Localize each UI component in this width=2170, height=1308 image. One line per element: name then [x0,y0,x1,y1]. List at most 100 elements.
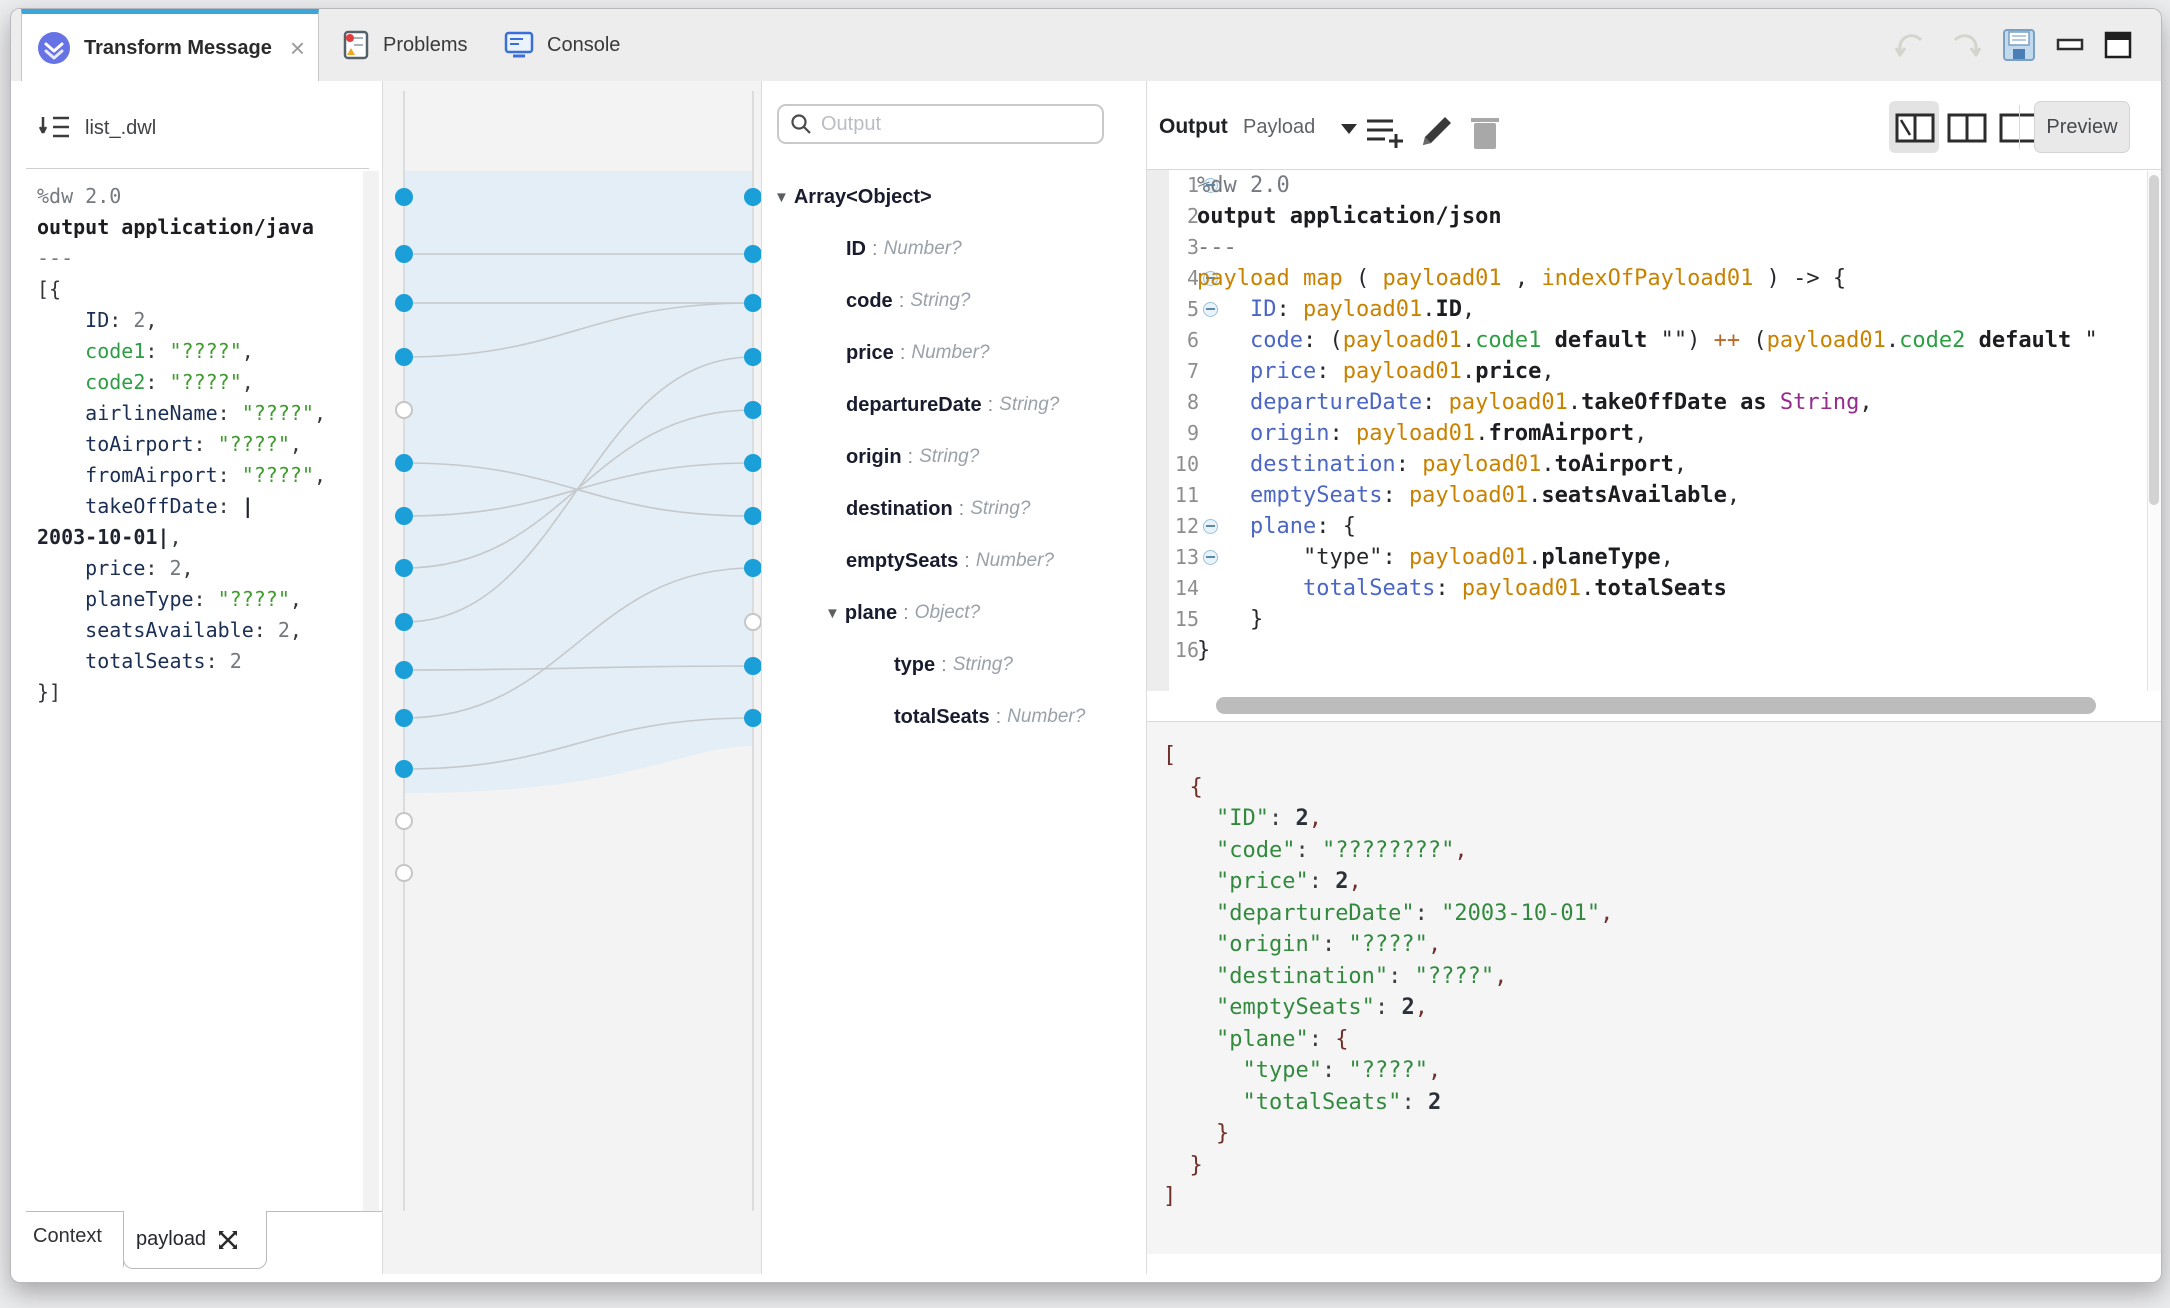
input-port-dot[interactable] [395,348,413,366]
colon: : [988,394,994,417]
edit-pencil-icon[interactable] [1415,111,1457,153]
field-name: type [894,654,935,677]
colon: : [900,342,906,365]
tree-row-totalseats[interactable]: totalSeats:Number? [894,702,1085,732]
panel-divider[interactable] [761,81,762,1274]
field-name: price [846,342,894,365]
editor-vertical-scrollbar-thumb[interactable] [2149,175,2159,505]
input-port-dot-unmapped[interactable] [396,813,412,829]
tab-label: Problems [383,34,467,57]
search-placeholder: Output [821,113,881,136]
close-icon[interactable]: × [290,35,305,61]
view-two-pane-icon[interactable] [1947,113,1987,143]
delete-trash-icon[interactable] [1467,113,1503,153]
tree-row-plane[interactable]: ▼plane:Object? [825,598,980,628]
tree-row-code[interactable]: code:String? [846,286,970,316]
divider [26,168,369,169]
tree-row-id[interactable]: ID:Number? [846,234,962,264]
line-number: 15 [1169,604,1199,635]
tree-row-departuredate[interactable]: departureDate:String? [846,390,1059,420]
colon: : [941,654,947,677]
tab-label: payload [136,1228,206,1251]
tree-row-arrayobject[interactable]: ▼ Array<Object> [774,182,932,212]
input-port-dot[interactable] [395,507,413,525]
minimize-icon[interactable] [2055,30,2085,60]
colon: : [899,290,905,313]
input-port-dot[interactable] [395,188,413,206]
sample-data-icon [216,1228,240,1252]
preview-button[interactable]: Preview [2034,101,2130,153]
field-type: String? [970,498,1030,520]
dataweave-code[interactable]: %dw 2.0output application/json---payload… [1197,170,2098,666]
chevron-down-icon[interactable] [1341,124,1357,134]
window-toolbar [1893,27,2133,63]
tree-expander-icon[interactable]: ▼ [825,605,840,622]
code-line: }] [37,677,326,708]
input-port-dot[interactable] [395,709,413,727]
console-icon [503,30,535,60]
code-line: } [1163,1150,1613,1182]
output-search-box[interactable]: Output [777,104,1104,144]
code-line: 2003-10-01|, [37,522,326,553]
input-header: list_.dwl [39,113,156,143]
line-number: 8 [1169,387,1199,418]
field-name: emptySeats [846,550,958,573]
input-port-dot[interactable] [395,294,413,312]
field-name: totalSeats [894,706,990,729]
code-line: "totalSeats": 2 [1163,1087,1613,1119]
code-line: airlineName: "????", [37,398,326,429]
input-port-dot[interactable] [395,245,413,263]
line-number: 5 [1169,294,1199,325]
field-name: departureDate [846,394,982,417]
input-port-dot-unmapped[interactable] [396,402,412,418]
tab-context[interactable]: Context [33,1225,102,1248]
code-line: origin: payload01.fromAirport, [1197,418,2098,449]
mapping-lines-canvas[interactable] [382,81,761,1274]
tree-row-destination[interactable]: destination:String? [846,494,1030,524]
tree-row-type[interactable]: type:String? [894,650,1013,680]
undo-icon[interactable] [1893,28,1929,62]
code-line: takeOffDate: | [37,491,326,522]
input-scrollbar[interactable] [363,171,379,1211]
tree-row-emptyseats[interactable]: emptySeats:Number? [846,546,1054,576]
input-port-dot-unmapped[interactable] [396,865,412,881]
line-number: 2 [1169,201,1199,232]
code-line: seatsAvailable: 2, [37,615,326,646]
editor-horizontal-scrollbar[interactable] [1216,697,2096,714]
dataweave-editor[interactable]: 12345678910111213141516 %dw 2.0output ap… [1147,170,2146,691]
code-line: plane: { [1197,511,2098,542]
input-port-dot[interactable] [395,661,413,679]
redo-icon[interactable] [1947,28,1983,62]
input-port-dot[interactable] [395,559,413,577]
field-type: String? [919,446,979,468]
map-scope-region [404,171,753,793]
transform-input-icon [39,113,73,143]
field-name: code [846,290,893,313]
code-line: code1: "????", [37,336,326,367]
input-port-dot[interactable] [395,760,413,778]
tab-payload[interactable]: payload [123,1211,267,1269]
tab-transform-message[interactable]: Transform Message × [21,9,319,82]
tree-row-origin[interactable]: origin:String? [846,442,979,472]
line-number: 12 [1169,511,1199,542]
colon: : [908,446,914,469]
input-port-dot[interactable] [395,454,413,472]
input-port-dot[interactable] [395,613,413,631]
field-name: Array<Object> [794,186,932,209]
input-sample-code[interactable]: %dw 2.0output application/java---[{ ID: … [37,181,326,708]
tree-expander-icon[interactable]: ▼ [774,189,789,206]
output-port-dot-unmapped[interactable] [745,614,761,630]
field-name: plane [845,602,897,625]
tree-row-price[interactable]: price:Number? [846,338,990,368]
view-split-diagonal-icon[interactable] [1895,113,1935,143]
maximize-icon[interactable] [2103,30,2133,60]
add-target-icon[interactable] [1363,113,1409,153]
tab-problems[interactable]: Problems [341,9,467,81]
line-number: 16 [1169,635,1199,666]
field-name: destination [846,498,953,521]
tab-console[interactable]: Console [503,9,620,81]
line-number: 13 [1169,542,1199,573]
payload-dropdown[interactable]: Payload [1243,116,1315,139]
save-icon[interactable] [2001,27,2037,63]
preview-json: [ { "ID": 2, "code": "????????", "price"… [1163,740,1613,1213]
